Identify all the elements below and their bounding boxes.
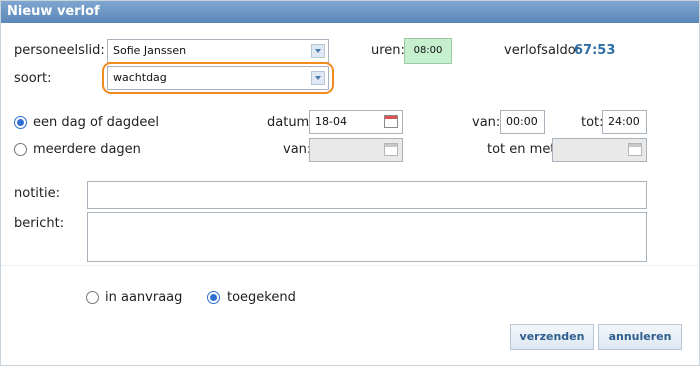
single-day-radio[interactable] <box>14 116 27 129</box>
calendar-icon[interactable] <box>384 115 398 128</box>
from-date-input[interactable] <box>309 138 403 162</box>
hours-label: uren: <box>371 43 405 58</box>
date-value: 18-04 <box>315 115 347 128</box>
employee-label: personeelslid: <box>14 43 105 58</box>
from-time-label: van: <box>472 115 501 130</box>
leave-balance-value: 67:53 <box>574 43 616 58</box>
chevron-down-icon[interactable] <box>311 44 325 58</box>
dialog-title: Nieuw verlof <box>1 1 699 23</box>
leave-balance-label: verlofsaldo: <box>504 43 581 58</box>
to-time-input[interactable]: 24:00 <box>602 110 647 134</box>
status-granted-radio[interactable] <box>207 291 220 304</box>
new-leave-dialog: Nieuw verlof personeelslid: Sofie Jansse… <box>0 0 700 366</box>
type-select[interactable]: wachtdag <box>107 66 329 90</box>
type-label: soort: <box>14 71 52 86</box>
to-time-label: tot: <box>581 115 604 130</box>
employee-value: Sofie Janssen <box>113 44 187 57</box>
employee-select[interactable]: Sofie Janssen <box>107 39 329 63</box>
date-input[interactable]: 18-04 <box>309 110 403 134</box>
multiple-days-label: meerdere dagen <box>33 142 141 157</box>
multiple-days-radio[interactable] <box>14 143 27 156</box>
cancel-button[interactable]: annuleren <box>598 324 682 350</box>
divider <box>1 265 699 266</box>
message-input[interactable] <box>87 212 647 262</box>
type-value: wachtdag <box>113 71 167 84</box>
chevron-down-icon[interactable] <box>311 71 325 85</box>
hours-field[interactable]: 08:00 <box>404 38 452 64</box>
calendar-icon[interactable] <box>384 143 398 156</box>
from-date-label: van: <box>283 142 312 157</box>
calendar-icon[interactable] <box>628 143 642 156</box>
from-time-input[interactable]: 00:00 <box>500 110 545 134</box>
send-button[interactable]: verzenden <box>510 324 594 350</box>
until-date-input[interactable] <box>552 138 647 162</box>
status-requested-radio[interactable] <box>86 291 99 304</box>
message-label: bericht: <box>14 216 65 231</box>
date-label: datum: <box>267 115 314 130</box>
status-granted-label: toegekend <box>227 290 296 305</box>
until-date-label: tot en met: <box>487 142 560 157</box>
note-input[interactable] <box>87 181 647 209</box>
single-day-label: een dag of dagdeel <box>33 115 159 130</box>
note-label: notitie: <box>14 186 60 201</box>
status-requested-label: in aanvraag <box>105 290 183 305</box>
